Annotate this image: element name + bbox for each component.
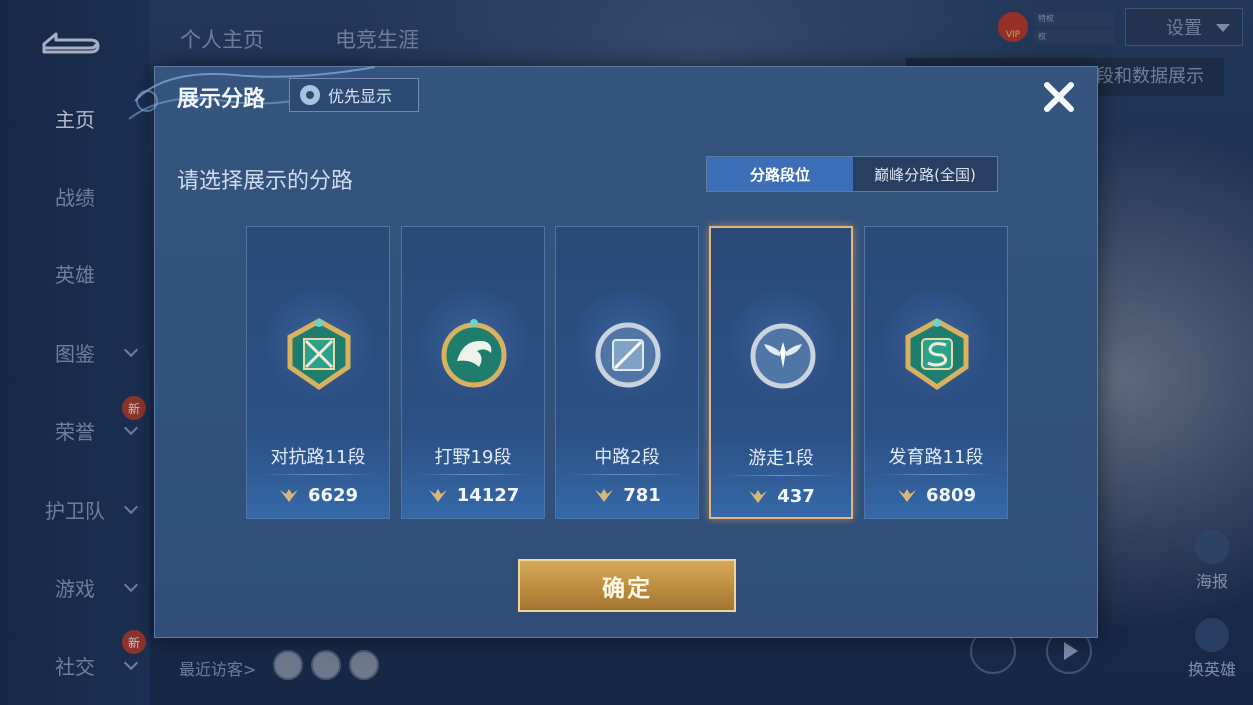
- power-score-icon: [897, 488, 916, 502]
- lane-score-value: 14127: [456, 485, 520, 506]
- card-divider: [416, 474, 530, 475]
- power-score-icon: [749, 489, 768, 503]
- lane-score: 437: [711, 486, 851, 507]
- lane-score-value: 437: [777, 486, 815, 507]
- lane-score: 14127: [402, 485, 544, 506]
- power-score-icon: [595, 488, 614, 502]
- dialog-title: 展示分路: [177, 87, 266, 112]
- lane-score-value: 781: [623, 485, 661, 506]
- dialog-subtitle: 请选择展示的分路: [177, 169, 354, 194]
- lane-card-farm[interactable]: 发育路11段 6809: [864, 226, 1008, 519]
- lane-rank-label: 发育路11段: [888, 447, 984, 468]
- lane-rank-label: 中路2段: [594, 447, 660, 468]
- lane-rank-label: 打野19段: [434, 447, 512, 468]
- lane-card-mid[interactable]: 中路2段 781: [555, 226, 699, 519]
- lane-card-clash[interactable]: 对抗路11段 6629: [246, 226, 390, 519]
- lane-score-value: 6809: [925, 485, 977, 506]
- roam-wings-badge-icon: [750, 323, 816, 389]
- confirm-button[interactable]: 确定: [518, 559, 736, 612]
- farm-lane-badge-icon: [905, 318, 969, 391]
- card-divider: [261, 474, 375, 475]
- lane-score: 6629: [247, 485, 389, 506]
- view-mode-toggle: 分路段位 巅峰分路(全国): [706, 156, 998, 192]
- priority-display-button[interactable]: 优先显示: [289, 78, 419, 112]
- card-divider: [570, 474, 684, 475]
- lane-rank-label: 对抗路11段: [270, 447, 366, 468]
- lane-score: 6809: [865, 485, 1007, 506]
- power-score-icon: [428, 488, 447, 502]
- clash-lane-badge-icon: [287, 318, 351, 391]
- dialog-header: 展示分路 优先显示: [128, 66, 1099, 127]
- card-divider: [879, 474, 993, 475]
- tab-lane-rank[interactable]: 分路段位: [707, 157, 853, 191]
- jungle-dragon-badge-icon: [441, 319, 507, 388]
- mid-lane-badge-icon: [595, 322, 661, 388]
- lane-score: 781: [556, 485, 698, 506]
- tab-peak-lane-national[interactable]: 巅峰分路(全国): [853, 157, 997, 191]
- lane-rank-label: 游走1段: [748, 448, 814, 469]
- lane-card-jungle[interactable]: 打野19段 14127: [401, 226, 545, 519]
- card-divider: [725, 475, 837, 476]
- power-score-icon: [279, 488, 298, 502]
- priority-label: 优先显示: [328, 87, 393, 106]
- lane-card-roam[interactable]: 游走1段 437: [709, 226, 853, 519]
- lane-score-value: 6629: [307, 485, 359, 506]
- lane-display-dialog: 展示分路 优先显示 请选择展示的分路 分路段位 巅峰分路(全国) 对抗路11段 …: [128, 66, 1099, 638]
- gear-icon: [300, 85, 320, 105]
- close-icon[interactable]: [1039, 77, 1079, 117]
